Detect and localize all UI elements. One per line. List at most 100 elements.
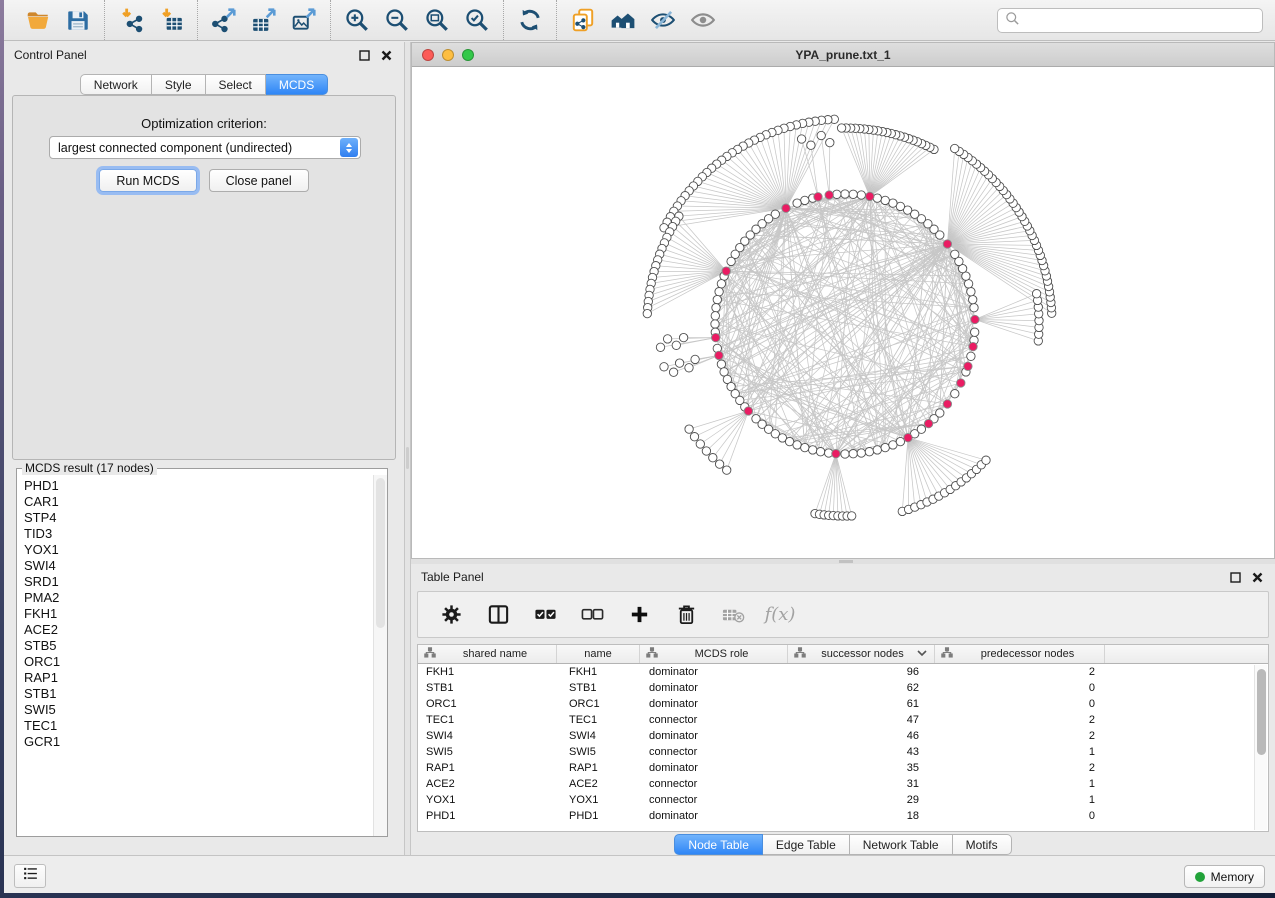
close-table-panel-icon[interactable] xyxy=(1249,569,1265,585)
network-node[interactable] xyxy=(723,466,731,474)
mcds-result-item[interactable]: TEC1 xyxy=(24,718,373,734)
cell-shared-name[interactable]: YOX1 xyxy=(418,792,557,808)
network-node[interactable] xyxy=(967,352,975,360)
cell-predecessor-nodes[interactable]: 1 xyxy=(935,792,1105,808)
cell-predecessor-nodes[interactable]: 2 xyxy=(935,760,1105,776)
network-node[interactable] xyxy=(709,454,717,462)
network-node[interactable] xyxy=(971,328,979,336)
network-node[interactable] xyxy=(807,141,815,149)
float-table-panel-icon[interactable] xyxy=(1227,569,1243,585)
network-node[interactable] xyxy=(656,343,664,351)
cell-shared-name[interactable]: RAP1 xyxy=(418,760,557,776)
mcds-result-item[interactable]: PMA2 xyxy=(24,590,373,606)
cell-name[interactable]: YOX1 xyxy=(557,792,640,808)
unselect-all-columns-button[interactable] xyxy=(573,597,611,633)
network-node[interactable] xyxy=(849,190,857,198)
run-mcds-button[interactable]: Run MCDS xyxy=(99,169,196,192)
column-header-name[interactable]: name xyxy=(557,645,640,663)
delete-columns-button[interactable] xyxy=(667,597,705,633)
table-row[interactable]: ORC1ORC1dominator610 xyxy=(418,696,1268,712)
network-node[interactable] xyxy=(690,433,698,441)
network-node[interactable] xyxy=(679,333,687,341)
network-node[interactable] xyxy=(833,190,841,198)
select-all-columns-button[interactable] xyxy=(526,597,564,633)
mcds-result-item[interactable]: PHD1 xyxy=(24,478,373,494)
network-node[interactable] xyxy=(717,280,725,288)
cell-predecessor-nodes[interactable]: 0 xyxy=(935,696,1105,712)
network-node[interactable] xyxy=(982,456,990,464)
cell-shared-name[interactable]: PHD1 xyxy=(418,808,557,824)
mcds-result-item[interactable]: STB1 xyxy=(24,686,373,702)
network-node[interactable] xyxy=(873,446,881,454)
mcds-result-item[interactable]: YOX1 xyxy=(24,542,373,558)
mcds-dominator-node[interactable] xyxy=(712,333,720,341)
split-table-button[interactable] xyxy=(479,597,517,633)
network-node[interactable] xyxy=(717,360,725,368)
search-input[interactable] xyxy=(1025,14,1255,28)
cell-shared-name[interactable]: FKH1 xyxy=(418,664,557,680)
network-node[interactable] xyxy=(857,191,865,199)
cell-successor-nodes[interactable]: 31 xyxy=(788,776,935,792)
network-node[interactable] xyxy=(685,425,693,433)
network-node[interactable] xyxy=(793,199,801,207)
network-node[interactable] xyxy=(841,190,849,198)
cell-name[interactable]: STB1 xyxy=(557,680,640,696)
table-scrollbar[interactable] xyxy=(1254,665,1267,830)
show-graphics-details-button[interactable] xyxy=(683,3,723,37)
import-network-button[interactable] xyxy=(111,3,151,37)
task-history-button[interactable] xyxy=(14,864,46,888)
cell-successor-nodes[interactable]: 43 xyxy=(788,744,935,760)
network-node[interactable] xyxy=(967,288,975,296)
cell-MCDS-role[interactable]: connector xyxy=(640,744,788,760)
column-header-MCDS-role[interactable]: MCDS role xyxy=(640,645,788,663)
network-node[interactable] xyxy=(848,512,856,520)
network-node[interactable] xyxy=(841,450,849,458)
network-node[interactable] xyxy=(951,250,959,258)
cell-MCDS-role[interactable]: dominator xyxy=(640,760,788,776)
mcds-result-item[interactable]: STP4 xyxy=(24,510,373,526)
mcds-dominator-node[interactable] xyxy=(924,419,932,427)
vertical-splitter[interactable] xyxy=(404,42,411,855)
network-node[interactable] xyxy=(881,196,889,204)
cell-MCDS-role[interactable]: dominator xyxy=(640,696,788,712)
mcds-dominator-node[interactable] xyxy=(943,240,951,248)
network-node[interactable] xyxy=(715,460,723,468)
tab-edge-table[interactable]: Edge Table xyxy=(763,834,850,855)
network-node[interactable] xyxy=(691,355,699,363)
table-row[interactable]: PHD1PHD1dominator180 xyxy=(418,808,1268,824)
network-node[interactable] xyxy=(865,448,873,456)
cell-successor-nodes[interactable]: 35 xyxy=(788,760,935,776)
cell-name[interactable]: ORC1 xyxy=(557,696,640,712)
network-node[interactable] xyxy=(713,295,721,303)
mcds-result-item[interactable]: TID3 xyxy=(24,526,373,542)
network-node[interactable] xyxy=(643,309,651,317)
networks-home-button[interactable] xyxy=(603,3,643,37)
table-row[interactable]: YOX1YOX1connector291 xyxy=(418,792,1268,808)
network-node[interactable] xyxy=(816,448,824,456)
cell-successor-nodes[interactable]: 46 xyxy=(788,728,935,744)
export-image-button[interactable] xyxy=(284,3,324,37)
mcds-result-item[interactable]: SRD1 xyxy=(24,574,373,590)
cell-predecessor-nodes[interactable]: 1 xyxy=(935,776,1105,792)
close-panel-icon[interactable] xyxy=(378,47,394,63)
mcds-result-item[interactable]: ORC1 xyxy=(24,654,373,670)
network-node[interactable] xyxy=(881,443,889,451)
mcds-dominator-node[interactable] xyxy=(715,351,723,359)
mcds-dominator-node[interactable] xyxy=(832,450,840,458)
save-session-button[interactable] xyxy=(58,3,98,37)
cell-shared-name[interactable]: ORC1 xyxy=(418,696,557,712)
clone-network-button[interactable] xyxy=(563,3,603,37)
mcds-dominator-node[interactable] xyxy=(943,400,951,408)
cell-shared-name[interactable]: ACE2 xyxy=(418,776,557,792)
optimization-criterion-select[interactable]: largest connected component (undirected) xyxy=(49,136,361,159)
zoom-out-button[interactable] xyxy=(377,3,417,37)
network-node[interactable] xyxy=(817,131,825,139)
mcds-dominator-node[interactable] xyxy=(814,193,822,201)
mcds-dominator-node[interactable] xyxy=(964,362,972,370)
network-node[interactable] xyxy=(711,320,719,328)
cell-shared-name[interactable]: SWI4 xyxy=(418,728,557,744)
zoom-selected-button[interactable] xyxy=(457,3,497,37)
cell-shared-name[interactable]: SWI5 xyxy=(418,744,557,760)
cell-MCDS-role[interactable]: dominator xyxy=(640,664,788,680)
network-node[interactable] xyxy=(801,196,809,204)
